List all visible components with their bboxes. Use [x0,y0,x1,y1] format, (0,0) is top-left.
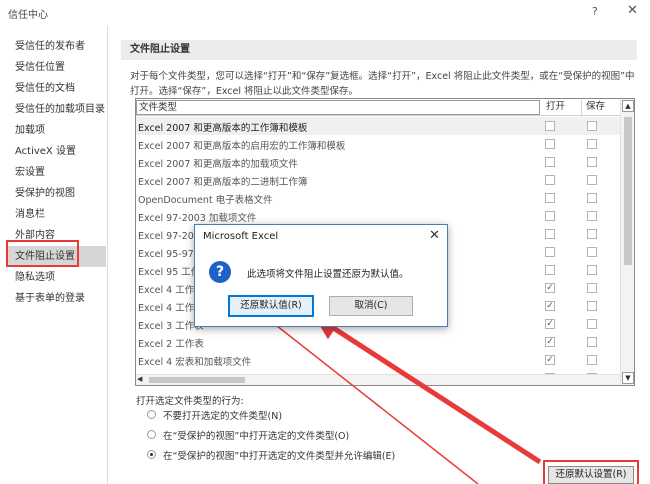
column-header-save[interactable]: 保存 [584,100,620,115]
open-checkbox[interactable]: ✓ [545,301,555,311]
confirm-dialog: Microsoft Excel ✕ ? 此选项将文件阻止设置还原为默认值。 还原… [194,224,448,327]
vertical-scrollbar[interactable]: ▲ ▼ [620,99,634,385]
save-checkbox[interactable] [587,157,597,167]
list-item[interactable]: Excel 2007 和更高版本的启用宏的工作簿和模板 [136,135,620,153]
sidebar-item-privacy-options[interactable]: 隐私选项 [6,267,106,288]
column-header-open[interactable]: 打开 [544,100,582,115]
save-checkbox[interactable] [587,265,597,275]
title-bar: 信任中心 ? ✕ [0,0,650,26]
scroll-thumb[interactable] [624,117,632,265]
list-item[interactable]: Excel 97-2003 加载项文件 [136,207,620,225]
radio-label: 不要打开选定的文件类型(N) [163,411,283,422]
save-checkbox[interactable] [587,229,597,239]
save-checkbox[interactable] [587,247,597,257]
radio-label: 在“受保护的视图”中打开选定的文件类型(O) [163,431,350,442]
save-checkbox[interactable] [587,175,597,185]
save-checkbox[interactable] [587,139,597,149]
open-checkbox[interactable]: ✓ [545,319,555,329]
scroll-up-icon[interactable]: ▲ [622,100,634,112]
list-item[interactable]: Excel 2007 和更高版本的二进制工作簿 [136,171,620,189]
scroll-down-icon[interactable]: ▼ [622,372,634,384]
close-icon[interactable]: ✕ [627,3,638,18]
highlight-box-sidebar [6,240,79,267]
save-checkbox[interactable] [587,337,597,347]
open-checkbox[interactable] [545,157,555,167]
open-checkbox[interactable] [545,229,555,239]
horizontal-scroll-thumb[interactable] [149,377,245,383]
behavior-label: 打开选定文件类型的行为: [136,396,244,407]
open-checkbox[interactable]: ✓ [545,283,555,293]
save-checkbox[interactable] [587,121,597,131]
save-checkbox[interactable] [587,301,597,311]
save-checkbox[interactable] [587,319,597,329]
section-description: 对于每个文件类型，您可以选择“打开”和“保存”复选框。选择“打开”，Excel … [130,71,635,97]
dialog-title: Microsoft Excel [203,231,279,242]
open-checkbox[interactable]: ✓ [545,337,555,347]
open-checkbox[interactable] [545,193,555,203]
save-checkbox[interactable] [587,355,597,365]
restore-default-values-button[interactable]: 还原默认值(R) [228,295,314,317]
list-header: 文件类型 打开 保存 [136,99,620,116]
sidebar-item-trusted-locations[interactable]: 受信任位置 [6,57,106,78]
open-checkbox[interactable] [545,121,555,131]
radio-button[interactable] [147,450,156,459]
dialog-message: 此选项将文件阻止设置还原为默认值。 [247,269,409,280]
sidebar-item-protected-view[interactable]: 受保护的视图 [6,183,106,204]
scroll-left-icon[interactable]: ◀ [137,375,142,383]
file-type-name: Excel 2 工作表 [138,339,204,350]
file-type-name: OpenDocument 电子表格文件 [138,195,273,206]
open-checkbox[interactable] [545,175,555,185]
file-type-name: Excel 2007 和更高版本的加载项文件 [138,159,298,170]
list-item[interactable]: Excel 2007 和更高版本的工作簿和模板 [136,117,620,135]
sidebar-item-addins[interactable]: 加载项 [6,120,106,141]
section-title: 文件阻止设置 [121,40,637,60]
horizontal-scrollbar[interactable]: ◀ [136,374,620,385]
sidebar-item-activex-settings[interactable]: ActiveX 设置 [6,141,106,162]
file-type-name: Excel 2007 和更高版本的二进制工作簿 [138,177,308,188]
list-item[interactable]: Excel 2007 和更高版本的加载项文件 [136,153,620,171]
radio-button[interactable] [147,430,156,439]
cancel-button[interactable]: 取消(C) [329,296,413,316]
sidebar-item-trusted-documents[interactable]: 受信任的文档 [6,78,106,99]
open-checkbox[interactable] [545,211,555,221]
open-checkbox[interactable] [545,247,555,257]
open-checkbox[interactable] [545,139,555,149]
open-checkbox[interactable]: ✓ [545,355,555,365]
list-item[interactable]: Excel 4 宏表和加载项文件 ✓ [136,351,620,369]
restore-defaults-button[interactable]: 还原默认设置(R) [548,466,634,484]
help-icon[interactable]: ? [592,5,598,18]
file-type-name: Excel 2007 和更高版本的启用宏的工作簿和模板 [138,141,346,152]
open-checkbox[interactable] [545,265,555,275]
sidebar-item-trusted-addin-catalogs[interactable]: 受信任的加载项目录 [6,99,106,120]
sidebar-item-form-based-signin[interactable]: 基于表单的登录 [6,288,106,309]
dialog-close-icon[interactable]: ✕ [429,228,440,243]
window-title: 信任中心 [8,10,48,21]
file-type-name: Excel 4 宏表和加载项文件 [138,357,252,368]
list-item[interactable]: Excel 2 工作表 ✓ [136,333,620,351]
save-checkbox[interactable] [587,283,597,293]
radio-button[interactable] [147,410,156,419]
save-checkbox[interactable] [587,211,597,221]
sidebar-item-trusted-publishers[interactable]: 受信任的发布者 [6,36,106,57]
file-type-name: Excel 2007 和更高版本的工作簿和模板 [138,123,308,134]
file-type-name: Excel 97-2003 加载项文件 [138,213,257,224]
sidebar-item-macro-settings[interactable]: 宏设置 [6,162,106,183]
question-icon: ? [209,261,231,283]
list-item[interactable]: OpenDocument 电子表格文件 [136,189,620,207]
radio-label: 在“受保护的视图”中打开选定的文件类型并允许编辑(E) [163,451,396,462]
sidebar-item-message-bar[interactable]: 消息栏 [6,204,106,225]
save-checkbox[interactable] [587,193,597,203]
column-header-file-type[interactable]: 文件类型 [136,100,540,115]
